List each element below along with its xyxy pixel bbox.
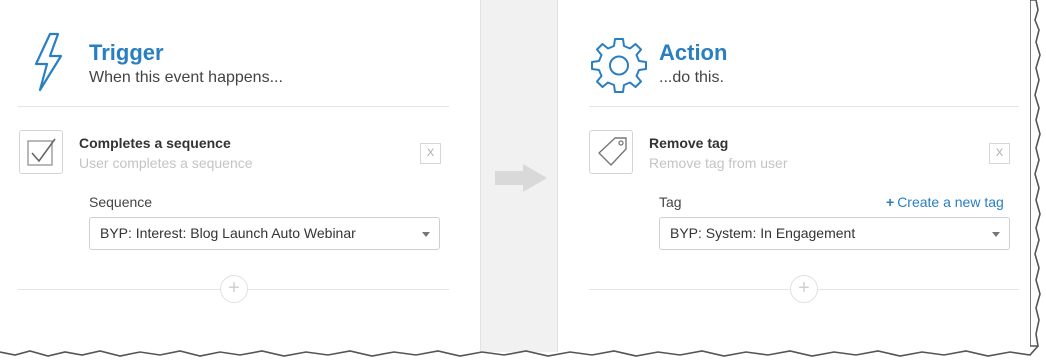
plus-icon: +: [886, 194, 895, 210]
caret-down-icon: [422, 232, 430, 237]
sequence-select[interactable]: BYP: Interest: Blog Launch Auto Webinar: [89, 217, 440, 250]
action-title: Action: [659, 40, 728, 65]
tag-icon: [598, 137, 627, 166]
tag-label: Tag: [659, 194, 682, 210]
sequence-select-value: BYP: Interest: Blog Launch Auto Webinar: [100, 225, 356, 241]
action-item-title: Remove tag: [649, 135, 729, 151]
tag-select-value: BYP: System: In Engagement: [670, 225, 856, 241]
action-item-description: Remove tag from user: [649, 155, 788, 171]
gear-icon: [590, 36, 648, 99]
caret-down-icon: [992, 232, 1000, 237]
lightning-bolt-icon: [30, 32, 66, 97]
torn-edge-bottom: [0, 346, 1039, 357]
remove-action-button[interactable]: X: [989, 143, 1010, 164]
header-divider: [18, 106, 449, 107]
action-panel: Action ...do this. Remove tag Remove tag…: [558, 0, 1032, 352]
connector-column: [480, 0, 558, 352]
action-subtitle: ...do this.: [659, 69, 724, 86]
tag-select[interactable]: BYP: System: In Engagement: [659, 217, 1010, 250]
trigger-subtitle: When this event happens...: [89, 69, 283, 86]
torn-edge-right: [1030, 0, 1041, 347]
remove-trigger-button[interactable]: X: [420, 143, 441, 164]
create-new-tag-label: Create a new tag: [897, 194, 1004, 210]
trigger-title: Trigger: [89, 40, 164, 65]
trigger-item-icon-box: [19, 130, 63, 174]
trigger-item-title: Completes a sequence: [79, 135, 231, 151]
trigger-panel: Trigger When this event happens... Compl…: [0, 0, 480, 352]
action-item-icon-box: [589, 130, 633, 174]
checkmark-icon: [27, 138, 56, 166]
sequence-label: Sequence: [89, 194, 153, 210]
add-action-button[interactable]: +: [790, 275, 818, 303]
add-trigger-button[interactable]: +: [220, 275, 248, 303]
create-new-tag-link[interactable]: + Create a new tag: [886, 194, 1004, 210]
header-divider: [589, 106, 1019, 107]
trigger-item-description: User completes a sequence: [79, 155, 253, 171]
arrow-right-icon: [495, 164, 547, 192]
